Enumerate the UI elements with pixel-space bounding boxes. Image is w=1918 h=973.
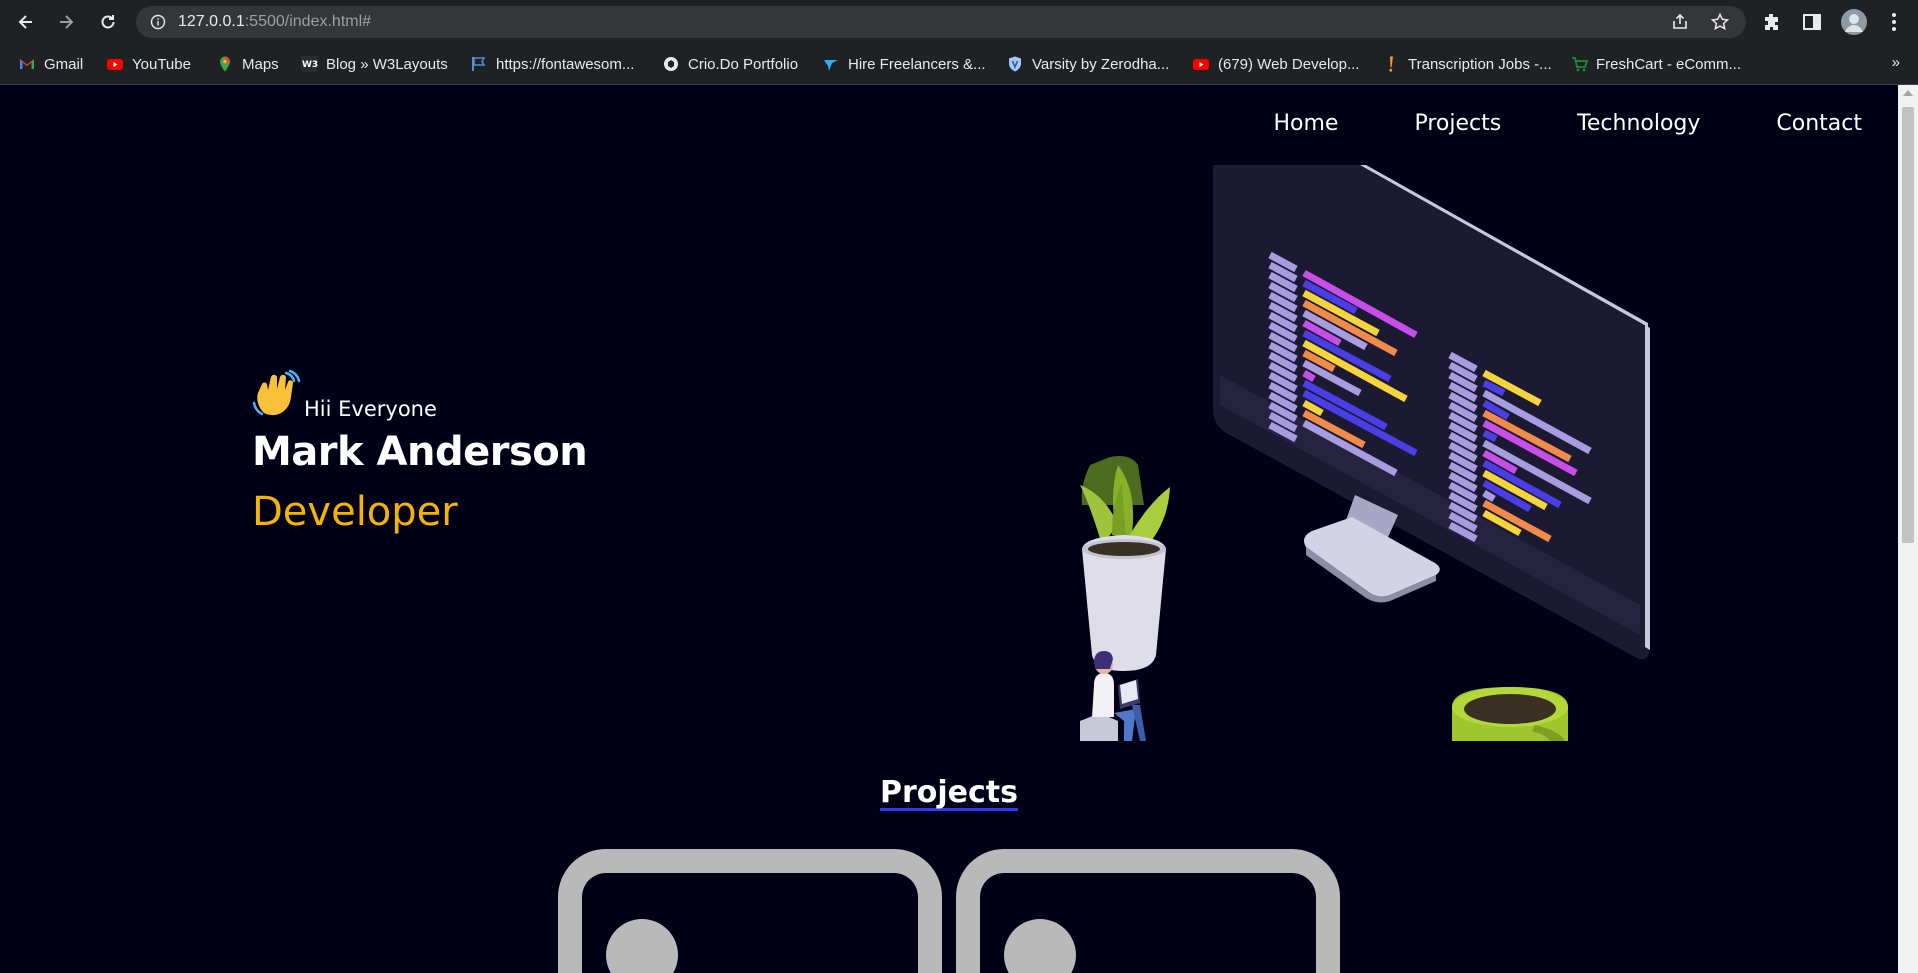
project-card-avatar [1004, 919, 1076, 973]
more-bookmarks-button[interactable]: » [1892, 54, 1900, 71]
bookmark-label: Maps [242, 55, 279, 73]
url-host: 127.0.0.1 [178, 13, 245, 30]
svg-text:W3: W3 [302, 60, 318, 70]
extensions-icon[interactable] [1760, 10, 1784, 34]
bookmark-label: Crio.Do Portfolio [688, 55, 799, 73]
site-info-icon[interactable] [150, 14, 166, 30]
hero-name: Mark Anderson [252, 429, 588, 475]
side-panel-icon[interactable] [1800, 10, 1824, 34]
projects-section-heading: Projects [0, 775, 1898, 810]
project-card[interactable] [558, 849, 942, 973]
forward-arrow-icon [60, 15, 74, 29]
bookmark-label: (679) Web Develop... [1218, 55, 1360, 73]
youtube-icon [1193, 59, 1209, 70]
scroll-up-arrow-icon[interactable] [1903, 90, 1913, 96]
site-nav: Home Projects Technology Contact [1273, 111, 1862, 136]
browser-toolbar: 127.0.0.1:5500/index.html# [0, 0, 1918, 44]
coffee-mug-illustration [1452, 687, 1568, 741]
hero-role: Developer [252, 489, 458, 535]
page-scrollbar[interactable] [1898, 85, 1918, 973]
bookmark-fontawesome[interactable]: https://fontawesom... [470, 52, 634, 76]
bookmark-label: Transcription Jobs -... [1408, 55, 1552, 73]
reload-button[interactable] [94, 8, 122, 36]
bookmark-youtube[interactable]: YouTube [106, 52, 191, 76]
back-arrow-icon [18, 15, 32, 29]
page-viewport: Home Projects Technology Contact Hii Eve… [0, 85, 1898, 973]
nav-contact[interactable]: Contact [1776, 111, 1862, 136]
menu-kebab-icon[interactable] [1882, 10, 1906, 34]
youtube-icon [107, 59, 123, 70]
nav-home[interactable]: Home [1273, 111, 1338, 136]
nav-projects[interactable]: Projects [1414, 111, 1501, 136]
bookmark-label: https://fontawesom... [496, 55, 635, 73]
bookmark-label: Gmail [44, 55, 84, 73]
bookmark-maps[interactable]: Maps [216, 52, 279, 76]
potted-plant-illustration [1080, 456, 1170, 671]
bookmark-label: FreshCart - eComm... [1596, 55, 1742, 73]
bookmark-label: Hire Freelancers &... [848, 55, 986, 73]
bookmark-crio[interactable]: Crio.Do Portfolio [662, 52, 798, 76]
hero-greeting: Hii Everyone [304, 397, 437, 421]
bookmark-transcription[interactable]: Transcription Jobs -... [1382, 52, 1552, 76]
bookmark-label: Varsity by Zerodha... [1032, 55, 1170, 73]
back-button[interactable] [12, 8, 40, 36]
bookmark-label: Blog » W3Layouts [326, 55, 448, 73]
profile-avatar-icon[interactable] [1840, 8, 1868, 36]
bookmark-gmail[interactable]: Gmail [18, 52, 83, 76]
scrollbar-thumb[interactable] [1902, 107, 1914, 543]
freelancer-icon [824, 60, 838, 71]
exclamation-icon [1389, 56, 1393, 72]
url-path: :5500/index.html# [244, 13, 372, 30]
maps-icon [220, 56, 230, 72]
url-text[interactable]: 127.0.0.1:5500/index.html# [178, 13, 371, 31]
bookmark-youtube-webdev[interactable]: (679) Web Develop... [1192, 52, 1359, 76]
bookmark-varsity[interactable]: Varsity by Zerodha... [1006, 52, 1169, 76]
flag-icon [472, 57, 486, 71]
forward-button[interactable] [52, 8, 80, 36]
projects-heading-text: Projects [879, 775, 1018, 810]
waving-hand-icon [252, 369, 301, 416]
nav-technology[interactable]: Technology [1577, 111, 1700, 136]
reload-icon [101, 15, 115, 29]
project-card-avatar [606, 919, 678, 973]
bookmark-freelancer[interactable]: Hire Freelancers &... [822, 52, 986, 76]
bookmark-label: YouTube [132, 55, 191, 73]
gmail-icon [20, 59, 34, 69]
bookmark-freshcart[interactable]: FreshCart - eComm... [1570, 52, 1741, 76]
varsity-icon [1009, 56, 1021, 72]
share-icon[interactable] [1670, 12, 1690, 32]
bookmark-star-icon[interactable] [1710, 12, 1730, 32]
w3layouts-icon: W3 [301, 56, 318, 72]
bookmarks-bar: Gmail YouTube Maps W3 Blog » W3Layouts h… [0, 44, 1918, 85]
freshcart-icon [1572, 57, 1588, 72]
project-card[interactable] [956, 849, 1340, 973]
developer-illustration [1080, 165, 1650, 741]
bookmark-w3layouts[interactable]: W3 Blog » W3Layouts [300, 52, 448, 76]
crio-icon [664, 57, 678, 71]
address-bar[interactable]: 127.0.0.1:5500/index.html# [136, 6, 1746, 38]
